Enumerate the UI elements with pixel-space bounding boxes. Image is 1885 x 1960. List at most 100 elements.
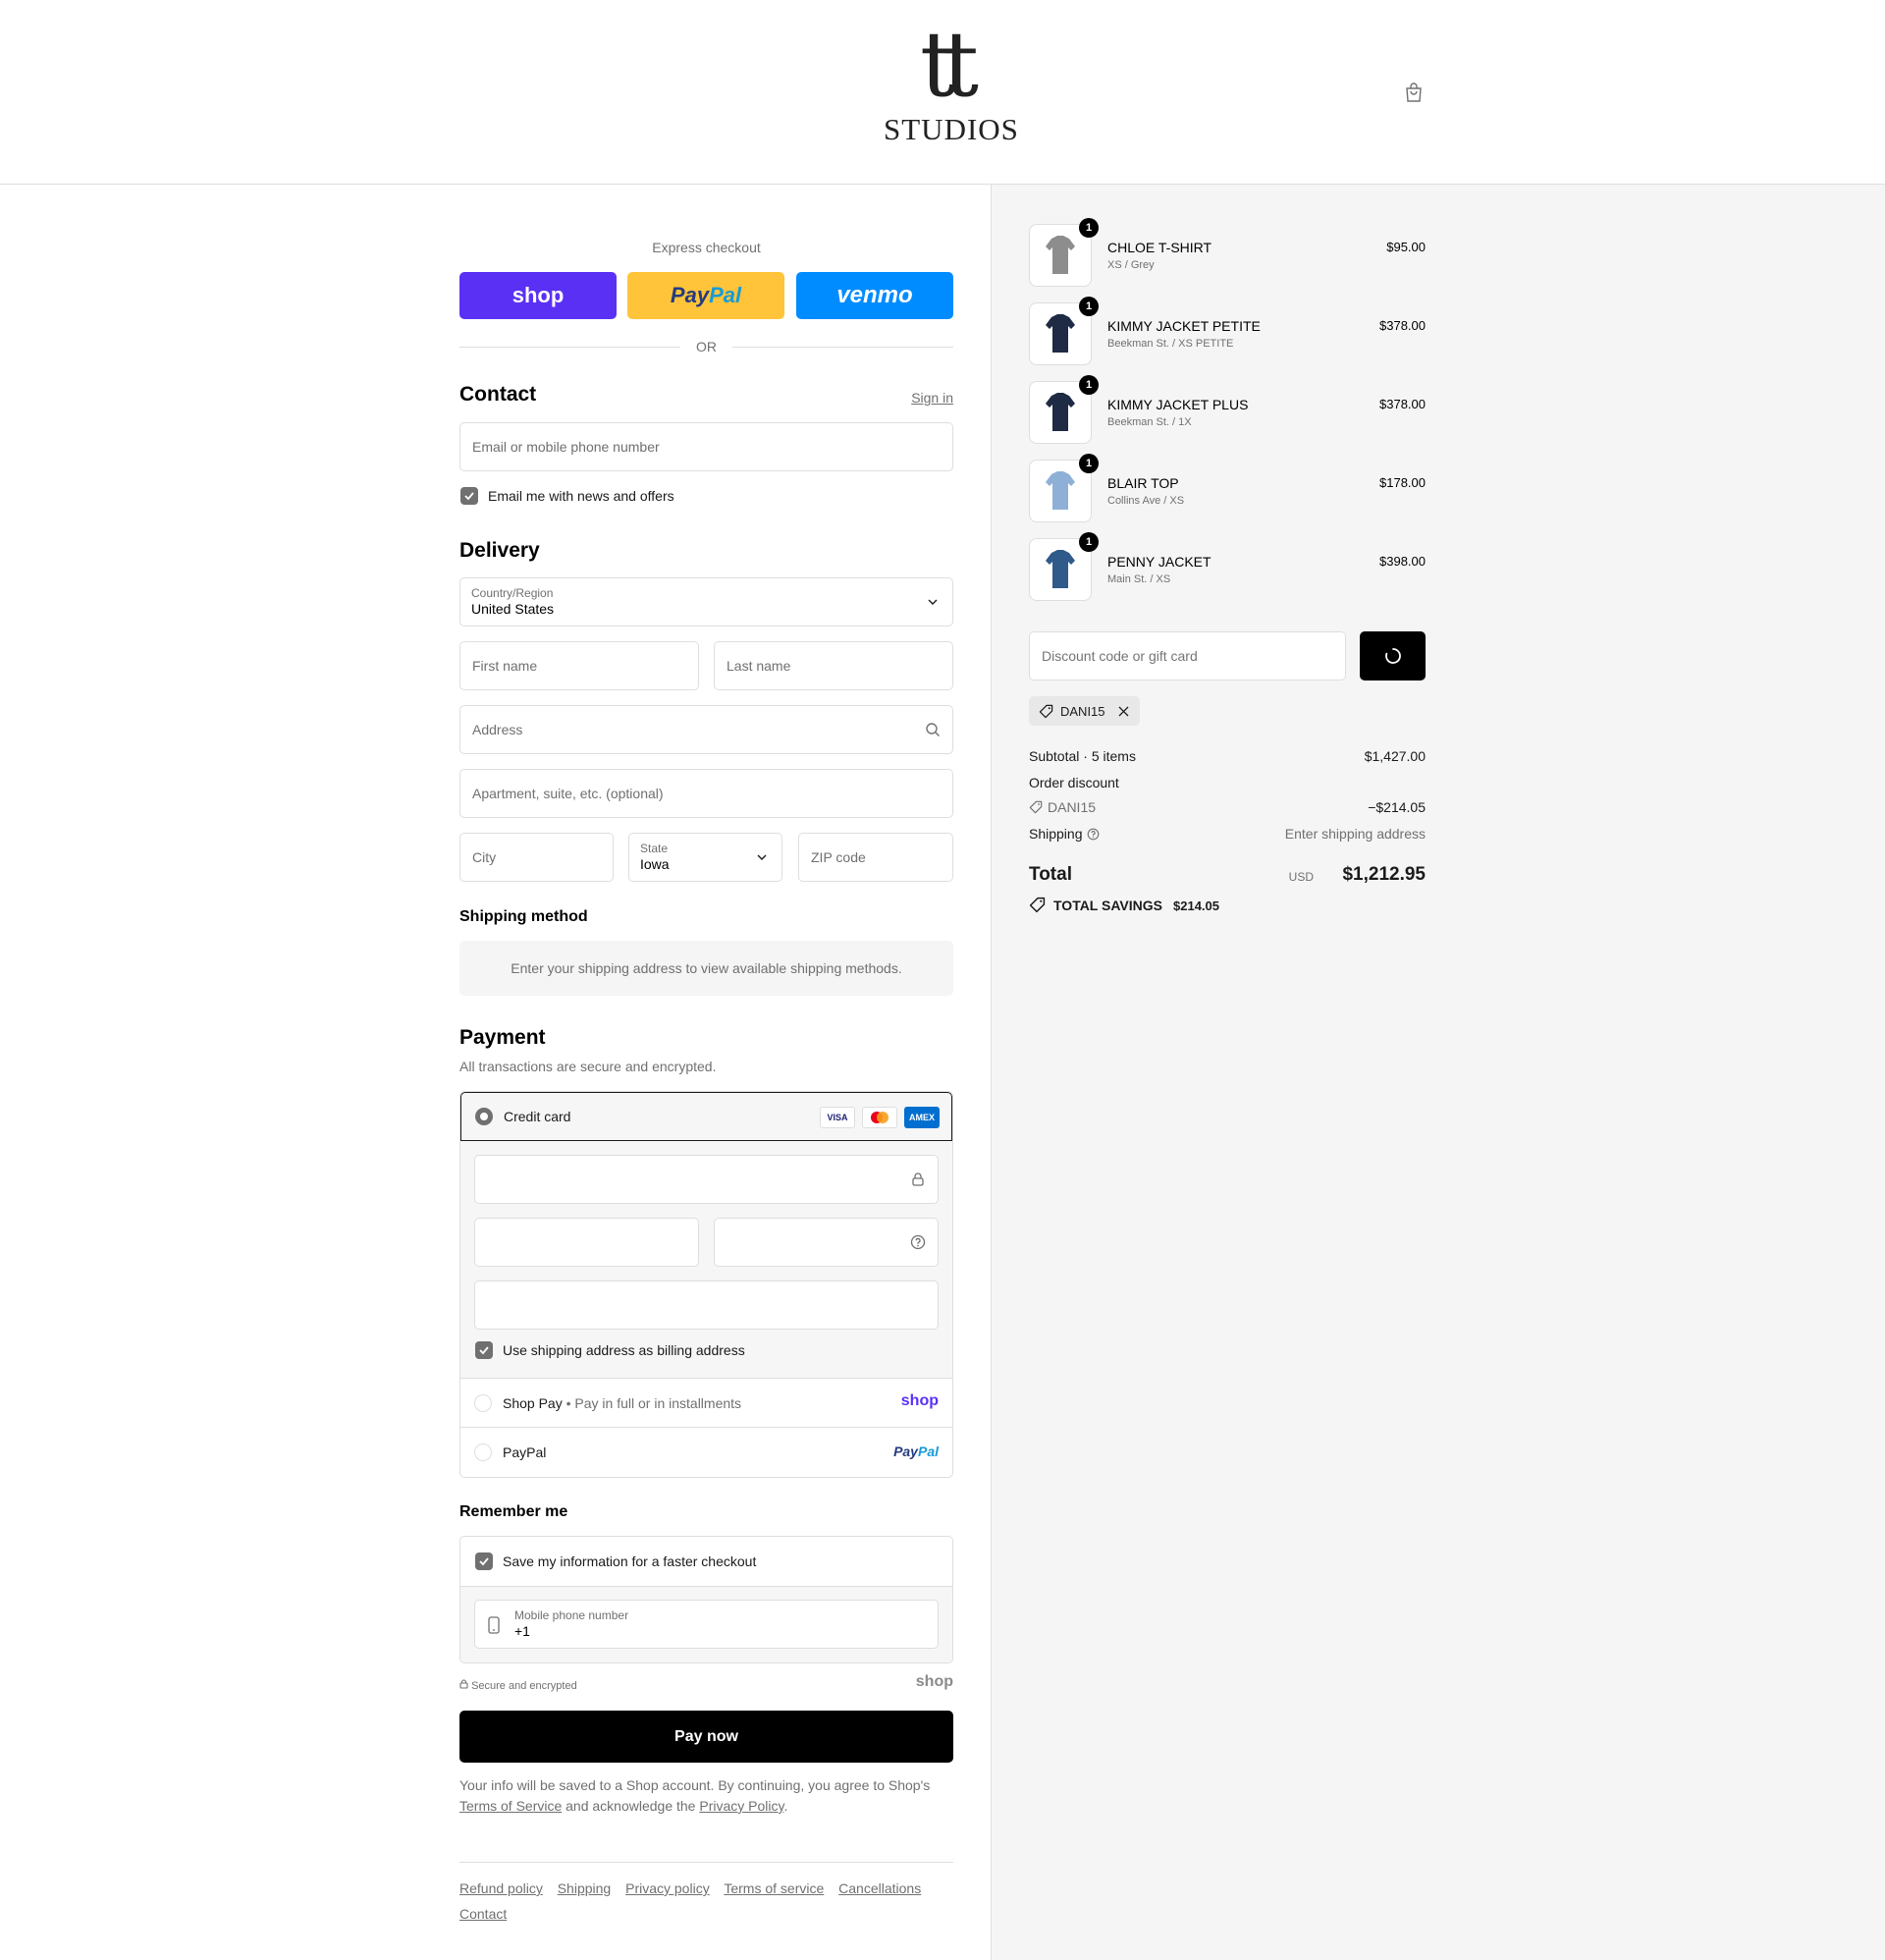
credit-card-form: Use shipping address as billing address	[460, 1141, 952, 1378]
footer-divider	[459, 1862, 953, 1863]
credit-card-radio[interactable]	[475, 1108, 493, 1125]
payment-heading: Payment	[459, 1026, 546, 1049]
paypal-option[interactable]: PayPal PayPal	[460, 1427, 952, 1476]
legal-text-c: .	[783, 1798, 788, 1814]
total-savings-value: $214.05	[1173, 898, 1219, 913]
state-select[interactable]: State Iowa	[628, 833, 782, 882]
country-label: Country/Region	[471, 586, 554, 600]
help-circle-icon[interactable]	[1087, 828, 1100, 841]
paypal-express-button[interactable]: Pay Pal	[627, 272, 784, 319]
product-thumbnail: 1	[1029, 532, 1099, 601]
last-name-input[interactable]	[727, 642, 941, 689]
remember-me-form: Mobile phone number +1	[460, 1586, 952, 1662]
apartment-field[interactable]	[459, 769, 953, 818]
email-input[interactable]	[472, 423, 941, 470]
product-name: KIMMY JACKET PLUS	[1107, 397, 1249, 412]
paypal-logo-pay: Pay	[893, 1443, 918, 1459]
discount-code-field[interactable]	[1029, 631, 1346, 681]
help-circle-icon[interactable]	[910, 1234, 926, 1250]
applied-discount-tag: DANI15	[1029, 696, 1140, 726]
news-checkbox-label: Email me with news and offers	[488, 488, 674, 504]
subtotal-label: Subtotal · 5 items	[1029, 748, 1136, 764]
tag-icon	[1029, 897, 1046, 913]
cart-item: 1 BLAIR TOP Collins Ave / XS $178.00	[1029, 454, 1426, 522]
total-savings-label: TOTAL SAVINGS	[1053, 898, 1162, 913]
mobile-phone-label: Mobile phone number	[514, 1608, 629, 1622]
apply-discount-button[interactable]	[1360, 631, 1426, 681]
paypal-radio[interactable]	[474, 1443, 492, 1461]
quantity-badge: 1	[1079, 375, 1099, 395]
city-input[interactable]	[472, 834, 601, 881]
product-variant: XS / Grey	[1107, 259, 1155, 271]
product-price: $378.00	[1379, 397, 1426, 411]
footer-links: Refund policy Shipping Privacy policy Te…	[459, 1876, 953, 1927]
paypal-logo-pal: Pal	[917, 1443, 939, 1459]
shop-pay-express-button[interactable]: shop	[459, 272, 617, 319]
apartment-input[interactable]	[472, 770, 941, 817]
footer-link-terms-of-service[interactable]: Terms of service	[724, 1880, 824, 1896]
brand-logo[interactable]: tt STUDIOS	[884, 20, 1019, 151]
product-thumbnail: 1	[1029, 218, 1099, 287]
header: tt STUDIOS	[0, 0, 1885, 185]
express-checkout-title: Express checkout	[652, 240, 761, 255]
paypal-logo: PayPal	[893, 1443, 939, 1459]
remove-discount-icon[interactable]	[1118, 706, 1129, 717]
billing-same-label: Use shipping address as billing address	[503, 1342, 745, 1358]
footer-link-contact[interactable]: Contact	[459, 1906, 507, 1922]
zip-field[interactable]	[798, 833, 953, 882]
footer-link-privacy-policy[interactable]: Privacy policy	[625, 1880, 710, 1896]
shop-pay-radio[interactable]	[474, 1394, 492, 1412]
product-price: $178.00	[1379, 475, 1426, 490]
mobile-phone-field[interactable]: Mobile phone number +1	[474, 1600, 939, 1649]
product-name: CHLOE T-SHIRT	[1107, 240, 1212, 255]
expiration-field[interactable]	[474, 1218, 699, 1267]
discount-code-input[interactable]	[1042, 632, 1332, 680]
logo-wordmark: STUDIOS	[884, 112, 1019, 146]
last-name-field[interactable]	[714, 641, 953, 690]
amex-icon: AMEX	[904, 1107, 940, 1128]
first-name-input[interactable]	[472, 642, 686, 689]
zip-input[interactable]	[811, 834, 941, 881]
product-variant: Main St. / XS	[1107, 573, 1171, 585]
credit-card-option[interactable]: Credit card VISA AMEX	[460, 1092, 952, 1141]
first-name-field[interactable]	[459, 641, 699, 690]
billing-same-checkbox[interactable]	[475, 1341, 493, 1359]
loading-spinner-icon	[1384, 648, 1401, 664]
news-checkbox[interactable]	[460, 487, 478, 505]
shipping-method-info: Enter your shipping address to view avai…	[459, 941, 953, 996]
save-info-checkbox[interactable]	[475, 1552, 493, 1570]
card-number-field[interactable]	[474, 1155, 939, 1204]
pay-now-button[interactable]: Pay now	[459, 1711, 953, 1763]
contact-heading: Contact	[459, 383, 537, 406]
shopping-bag-icon[interactable]	[1402, 81, 1426, 104]
paypal-logo-pal: Pal	[709, 283, 742, 307]
shop-pay-subtitle: Pay in full or in installments	[574, 1395, 742, 1411]
cart-item: 1 KIMMY JACKET PETITE Beekman St. / XS PET…	[1029, 297, 1426, 365]
address-field[interactable]	[459, 705, 953, 754]
mastercard-icon	[862, 1107, 897, 1128]
name-on-card-field[interactable]	[474, 1280, 939, 1330]
shop-logo: shop	[915, 1673, 953, 1690]
footer-link-shipping[interactable]: Shipping	[558, 1880, 612, 1896]
shipping-value: Enter shipping address	[1284, 826, 1426, 842]
privacy-policy-link[interactable]: Privacy Policy	[699, 1798, 783, 1814]
cart-item: 1 PENNY JACKET Main St. / XS $398.00	[1029, 532, 1426, 601]
security-code-field[interactable]	[714, 1218, 939, 1267]
product-variant: Collins Ave / XS	[1107, 495, 1185, 507]
terms-of-service-link[interactable]: Terms of Service	[459, 1798, 562, 1814]
quantity-badge: 1	[1079, 454, 1099, 473]
product-thumbnail: 1	[1029, 375, 1099, 444]
footer-link-refund-policy[interactable]: Refund policy	[459, 1880, 543, 1896]
venmo-express-button[interactable]: venmo	[796, 272, 953, 319]
email-field[interactable]	[459, 422, 953, 471]
shop-pay-label: Shop Pay • Pay in full or in installment…	[503, 1395, 742, 1411]
country-select[interactable]: Country/Region United States	[459, 577, 953, 626]
address-input[interactable]	[472, 706, 941, 753]
shipping-method-heading: Shipping method	[459, 908, 588, 925]
sign-in-link[interactable]: Sign in	[911, 390, 953, 406]
city-field[interactable]	[459, 833, 614, 882]
shop-pay-title: Shop Pay	[503, 1395, 563, 1411]
country-value: United States	[471, 601, 555, 617]
footer-link-cancellations[interactable]: Cancellations	[838, 1880, 921, 1896]
shop-pay-option[interactable]: Shop Pay • Pay in full or in installment…	[460, 1378, 952, 1427]
